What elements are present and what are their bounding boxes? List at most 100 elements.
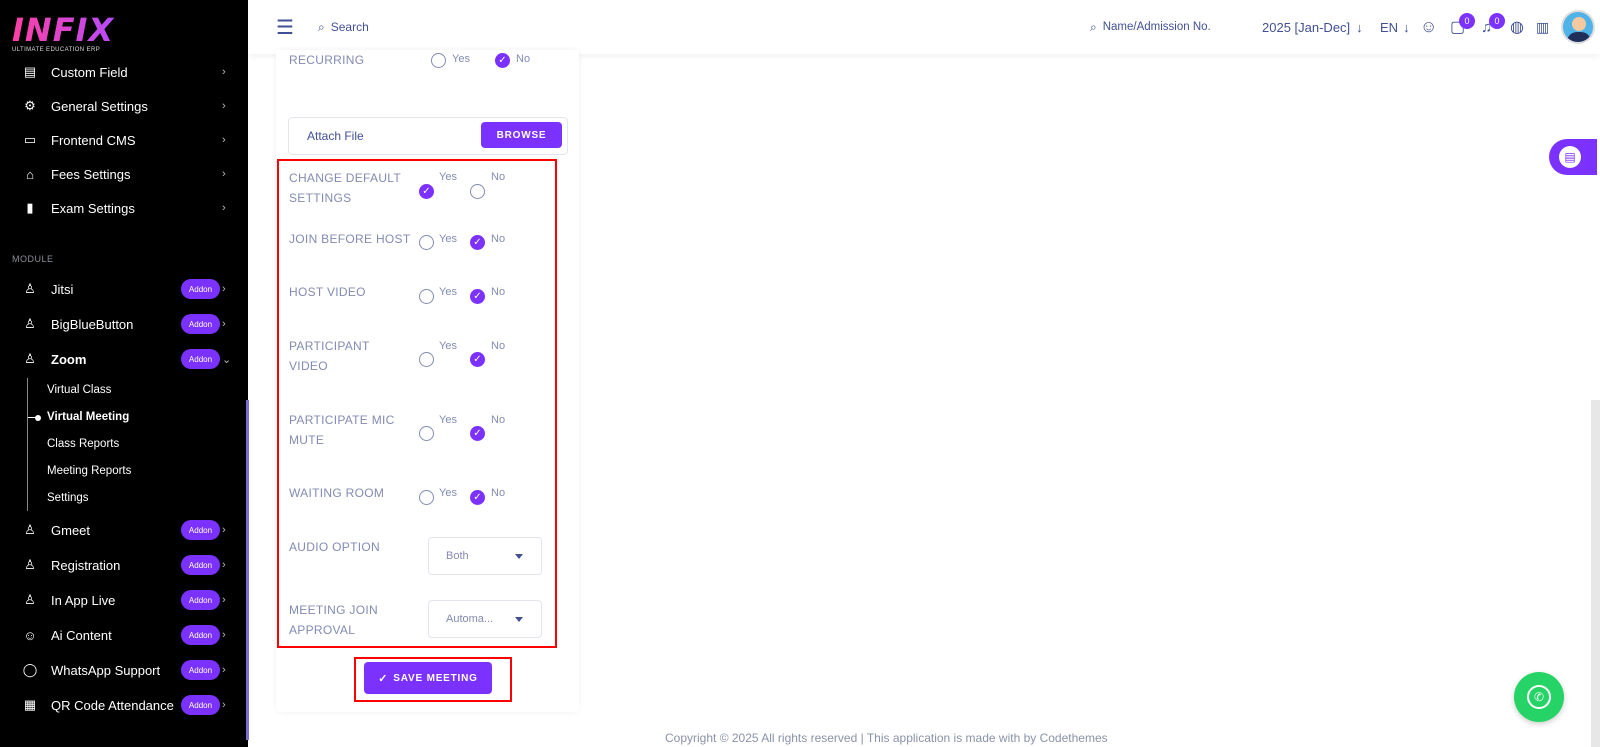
- addon-badge: Addon: [181, 660, 220, 680]
- mic-mute-yes-radio[interactable]: [419, 426, 434, 441]
- chevron-right-icon: ›: [222, 629, 226, 641]
- recurring-no-radio[interactable]: ✓: [495, 53, 510, 68]
- participant-video-no-radio[interactable]: ✓: [470, 352, 485, 367]
- sidebar-item-registration[interactable]: ♙ Registration Addon ›: [0, 548, 240, 582]
- caret-down-icon: [515, 554, 523, 559]
- attach-file-field[interactable]: Attach File BROWSE: [288, 117, 568, 155]
- sidebar-item-frontend-cms[interactable]: ▭ Frontend CMS ›: [0, 123, 240, 157]
- whatsapp-icon: ✆: [1527, 685, 1551, 709]
- waiting-room-label: WAITING ROOM: [289, 486, 385, 500]
- arrow-down-icon: ↓: [1356, 19, 1363, 35]
- save-meeting-button[interactable]: ✓ SAVE MEETING: [364, 662, 492, 694]
- submenu-settings[interactable]: Settings: [47, 492, 89, 504]
- change-default-no-label: No: [491, 171, 506, 183]
- join-before-host-yes-label: Yes: [439, 233, 457, 245]
- join-before-host-no-radio[interactable]: ✓: [470, 235, 485, 250]
- sidebar-item-qr-code-attendance[interactable]: ▦ QR Code Attendance Addon ›: [0, 688, 240, 722]
- logo-wordmark: INFIX: [12, 14, 212, 46]
- participant-video-yes-label: Yes: [439, 340, 457, 352]
- chevron-right-icon: ›: [222, 699, 226, 711]
- waiting-room-no-radio[interactable]: ✓: [470, 490, 485, 505]
- sidebar-item-label: WhatsApp Support: [51, 662, 161, 678]
- recurring-no-label: No: [516, 53, 531, 65]
- addon-badge: Addon: [181, 555, 220, 575]
- sidebar-scrollbar[interactable]: [246, 400, 249, 740]
- cart-floating-button[interactable]: ▤: [1549, 139, 1597, 175]
- sidebar-item-zoom[interactable]: ♙ Zoom Addon ⌄: [0, 342, 240, 376]
- avatar[interactable]: [1561, 0, 1595, 54]
- host-video-no-radio[interactable]: ✓: [470, 289, 485, 304]
- sidebar-item-label: Fees Settings: [51, 166, 131, 182]
- waiting-room-yes-label: Yes: [439, 487, 457, 499]
- meeting-join-approval-label: MEETING JOIN APPROVAL: [289, 600, 378, 640]
- waiting-room-yes-radio[interactable]: [419, 490, 434, 505]
- audio-option-value: Both: [446, 550, 469, 562]
- change-default-no-radio[interactable]: [470, 184, 485, 199]
- sidebar-item-label: Zoom: [51, 351, 87, 367]
- mic-mute-no-radio[interactable]: ✓: [470, 426, 485, 441]
- student-search[interactable]: ⌕ Name/Admission No.: [1090, 0, 1211, 54]
- hamburger-menu-icon[interactable]: ☰: [276, 0, 294, 54]
- gears-icon: ⚙: [24, 98, 36, 113]
- addon-badge: Addon: [181, 625, 220, 645]
- join-before-host-no-label: No: [491, 233, 506, 245]
- sidebar-item-label: Ai Content: [51, 627, 112, 643]
- submenu-virtual-meeting[interactable]: Virtual Meeting: [47, 411, 129, 423]
- chevron-right-icon: ›: [222, 318, 226, 330]
- sidebar-item-ai-content[interactable]: ☺ Ai Content Addon ›: [0, 618, 240, 652]
- audio-option-label: AUDIO OPTION: [289, 540, 380, 554]
- sidebar-item-fees-settings[interactable]: ⌂ Fees Settings ›: [0, 157, 240, 191]
- session-selector[interactable]: 2025 [Jan-Dec] ↓: [1262, 0, 1363, 54]
- chart-icon[interactable]: ▥: [1536, 0, 1549, 54]
- recurring-yes-radio[interactable]: [431, 53, 446, 68]
- meeting-join-approval-value: Automa...: [446, 613, 494, 625]
- recurring-yes-label: Yes: [452, 53, 470, 65]
- caret-down-icon: [515, 617, 523, 622]
- sidebar-item-in-app-live[interactable]: ♙ In App Live Addon ›: [0, 583, 240, 617]
- browse-button[interactable]: BROWSE: [481, 122, 562, 148]
- sidebar-item-label: Exam Settings: [51, 200, 135, 216]
- bell-icon[interactable]: ♫: [1481, 0, 1492, 54]
- chevron-right-icon: ›: [222, 283, 226, 295]
- submenu-class-reports[interactable]: Class Reports: [47, 438, 119, 450]
- change-default-settings-label: CHANGE DEFAULT SETTINGS: [289, 168, 401, 208]
- submenu-virtual-class[interactable]: Virtual Class: [47, 384, 111, 396]
- search-box[interactable]: ⌕ Search: [318, 0, 369, 54]
- waiting-room-no-label: No: [491, 487, 506, 499]
- sidebar-item-label: BigBlueButton: [51, 316, 134, 332]
- chevron-right-icon: ›: [222, 66, 226, 78]
- sidebar-item-label: Gmeet: [51, 522, 91, 538]
- label-line: PARTICIPATE MIC: [289, 413, 395, 427]
- sidebar-item-whatsapp-support[interactable]: ◯ WhatsApp Support Addon ›: [0, 653, 240, 687]
- audio-option-select[interactable]: Both: [428, 537, 542, 575]
- change-default-yes-radio[interactable]: ✓: [419, 184, 434, 199]
- qr-code-icon: ▦: [23, 697, 37, 712]
- sidebar-item-label: Registration: [51, 557, 121, 573]
- sidebar-item-gmeet[interactable]: ♙ Gmeet Addon ›: [0, 513, 240, 547]
- join-before-host-yes-radio[interactable]: [419, 235, 434, 250]
- sidebar-item-bigbluebutton[interactable]: ♙ BigBlueButton Addon ›: [0, 307, 240, 341]
- participant-video-no-label: No: [491, 340, 506, 352]
- page-scrollbar[interactable]: [1591, 400, 1600, 747]
- cart-icon: ▤: [1559, 146, 1581, 168]
- participant-video-yes-radio[interactable]: [419, 352, 434, 367]
- video-user-icon: ♙: [24, 522, 36, 537]
- sidebar-item-custom-field[interactable]: ▤ Custom Field ›: [0, 55, 240, 89]
- host-video-yes-radio[interactable]: [419, 289, 434, 304]
- save-meeting-label: SAVE MEETING: [393, 672, 478, 684]
- whatsapp-floating-button[interactable]: ✆: [1514, 672, 1564, 722]
- participate-mic-mute-label: PARTICIPATE MIC MUTE: [289, 410, 395, 450]
- globe-icon[interactable]: ◍: [1510, 0, 1524, 54]
- sidebar-item-jitsi[interactable]: ♙ Jitsi Addon ›: [0, 272, 240, 306]
- robot-icon[interactable]: ☺: [1420, 0, 1437, 54]
- addon-badge: Addon: [181, 695, 220, 715]
- submenu-active-dot: [35, 415, 41, 421]
- chevron-right-icon: ›: [222, 559, 226, 571]
- meeting-join-approval-select[interactable]: Automa...: [428, 600, 542, 638]
- chevron-down-icon: ⌄: [222, 353, 232, 366]
- sidebar-item-exam-settings[interactable]: ▮ Exam Settings ›: [0, 191, 240, 225]
- submenu-meeting-reports[interactable]: Meeting Reports: [47, 465, 131, 477]
- sidebar-item-general-settings[interactable]: ⚙ General Settings ›: [0, 89, 240, 123]
- language-selector[interactable]: EN ↓: [1380, 0, 1410, 54]
- student-search-placeholder: Name/Admission No.: [1102, 21, 1211, 33]
